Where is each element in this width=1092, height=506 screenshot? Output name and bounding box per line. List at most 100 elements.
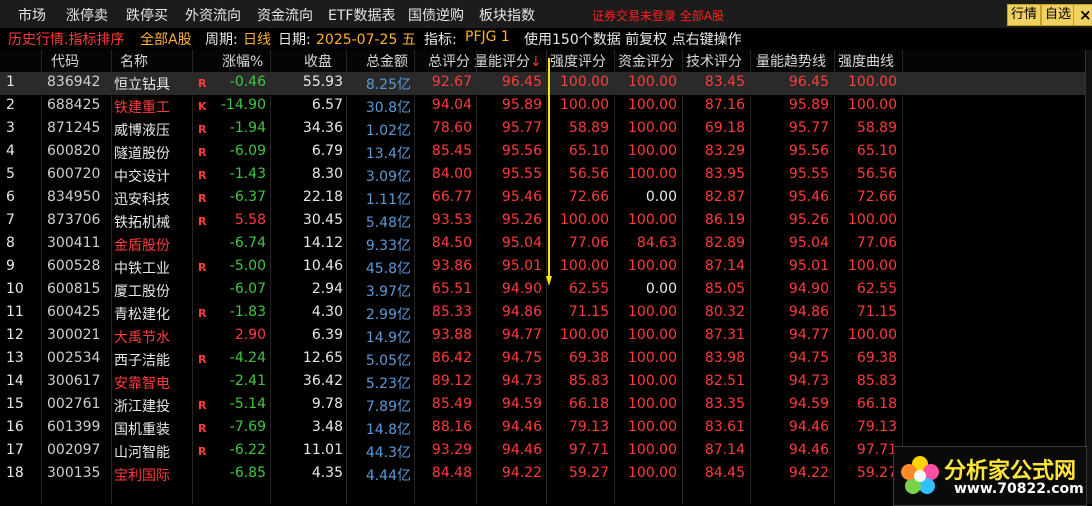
sort-desc-icon: ↓ (530, 54, 542, 70)
margin-tag: R (198, 422, 207, 435)
volume-score: 94.73 (501, 373, 542, 389)
table-row[interactable]: 15 002761 浙江建投 R -5.14 9.78 7.89亿 85.49 94.59 66.… (0, 394, 1085, 417)
table-row[interactable]: 2 688425 铁建重工 K -14.90 6.57 30.8亿 94.04 95.89 100… (0, 95, 1085, 118)
market-scope[interactable]: 全部A股 (140, 29, 192, 49)
col-amount[interactable]: 总金额 (366, 51, 408, 71)
col-volume-score[interactable]: 量能评分↓ (474, 51, 542, 71)
menu-limit-down-buy[interactable]: 跌停买 (126, 5, 168, 25)
tech-score: 83.45 (704, 74, 745, 90)
quote-button[interactable]: 行情 (1007, 4, 1042, 26)
total-score: 93.29 (431, 442, 472, 458)
menu-sector-index[interactable]: 板块指数 (479, 5, 535, 25)
row-index: 14 (6, 373, 24, 389)
total-score: 84.00 (431, 166, 472, 182)
table-row[interactable]: 9 600528 中铁工业 R -5.00 10.46 45.8亿 93.86 95.01 100… (0, 256, 1085, 279)
strength-score: 65.10 (568, 143, 609, 159)
vertical-scrollbar[interactable] (1085, 50, 1092, 504)
volume-score: 94.22 (501, 465, 542, 481)
menu-limit-up-sell[interactable]: 涨停卖 (66, 5, 108, 25)
margin-tag: R (198, 123, 207, 136)
col-total-score[interactable]: 总评分 (428, 51, 470, 71)
margin-tag: R (198, 353, 207, 366)
table-row[interactable]: 11 600425 青松建化 R -1.83 4.30 2.99亿 85.33 94.86 71.… (0, 302, 1085, 325)
table-row[interactable]: 16 601399 国机重装 R -7.69 3.48 14.8亿 88.16 94.46 79.… (0, 417, 1085, 440)
strength-score: 100.00 (560, 258, 609, 274)
table-row[interactable]: 12 300021 大禹节水 2.90 6.39 14.9亿 93.88 94.77 100.0… (0, 325, 1085, 348)
col-strength-curve[interactable]: 强度曲线 (838, 51, 894, 71)
stock-code: 873706 (47, 212, 101, 228)
total-amount: 14.8亿 (365, 422, 411, 438)
volume-score: 94.75 (501, 350, 542, 366)
volume-score: 95.04 (501, 235, 542, 251)
change-pct: -4.24 (229, 350, 266, 366)
col-tech-score[interactable]: 技术评分 (686, 51, 742, 71)
table-row[interactable]: 10 600815 厦工股份 -6.07 2.94 3.97亿 65.51 94.90 62.5… (0, 279, 1085, 302)
date-value[interactable]: 2025-07-25 五 (316, 29, 416, 49)
stock-name: 铁拓机械 (114, 215, 170, 231)
menu-fund-flow[interactable]: 资金流向 (257, 5, 313, 25)
menu-foreign-flow[interactable]: 外资流向 (185, 5, 241, 25)
indicator-label: 指标: (424, 32, 457, 48)
stock-name: 安靠智电 (114, 376, 170, 392)
row-index: 17 (6, 442, 24, 458)
col-fund-score[interactable]: 资金评分 (618, 51, 674, 71)
close-price: 30.45 (302, 212, 343, 228)
table-row[interactable]: 8 300411 金盾股份 -6.74 14.12 9.33亿 84.50 95.04 77.0… (0, 233, 1085, 256)
menu-market[interactable]: 市场 (18, 5, 46, 25)
table-row[interactable]: 5 600720 中交设计 R -1.43 8.30 3.09亿 84.00 95.55 56.5… (0, 164, 1085, 187)
volume-trend: 94.90 (788, 281, 829, 297)
table-row[interactable]: 14 300617 安靠智电 -2.41 36.42 5.23亿 89.12 94.73 85.… (0, 371, 1085, 394)
tech-score: 83.95 (704, 166, 745, 182)
volume-score: 94.86 (501, 304, 542, 320)
row-index: 16 (6, 419, 24, 435)
row-index: 7 (6, 212, 15, 228)
close-price: 3.48 (311, 419, 343, 435)
total-score: 78.60 (431, 120, 472, 136)
close-price: 11.01 (302, 442, 343, 458)
table-row[interactable]: 1 836942 恒立钻具 R -0.46 55.93 8.25亿 92.67 96.45 100… (0, 72, 1085, 95)
table-row[interactable]: 3 871245 威博液压 R -1.94 34.36 1.02亿 78.60 95.77 58.… (0, 118, 1085, 141)
tech-score: 86.19 (704, 212, 745, 228)
strength-curve: 100.00 (848, 327, 897, 343)
total-amount: 1.02亿 (365, 123, 411, 139)
table-row[interactable]: 7 873706 铁拓机械 R 5.58 30.45 5.48亿 93.53 95.26 100.… (0, 210, 1085, 233)
col-name[interactable]: 名称 (120, 51, 148, 71)
total-amount: 13.4亿 (365, 146, 411, 162)
close-price: 9.78 (311, 396, 343, 412)
stock-code: 300021 (47, 327, 101, 343)
volume-score: 95.56 (501, 143, 542, 159)
strength-score: 85.83 (568, 373, 609, 389)
fund-score: 100.00 (628, 97, 677, 113)
volume-trend: 95.01 (788, 258, 829, 274)
tech-score: 69.18 (704, 120, 745, 136)
change-pct: 2.90 (234, 327, 266, 343)
annotation-arrow (546, 58, 552, 286)
col-volume-trend[interactable]: 量能趋势线 (756, 51, 826, 71)
period-value[interactable]: 日线 (243, 29, 271, 49)
volume-trend: 94.77 (788, 327, 829, 343)
menu-bond-repo[interactable]: 国债逆购 (408, 5, 464, 25)
menu-etf-data[interactable]: ETF数据表 (328, 5, 395, 25)
total-amount: 5.23亿 (365, 376, 411, 392)
stock-code: 002761 (47, 396, 101, 412)
col-change[interactable]: 涨幅% (222, 51, 263, 71)
volume-trend: 96.45 (788, 74, 829, 90)
indicator-value[interactable]: PFJG 1 (465, 29, 510, 45)
table-row[interactable]: 13 002534 西子洁能 R -4.24 12.65 5.05亿 86.42 94.75 69… (0, 348, 1085, 371)
fund-score: 84.63 (636, 235, 677, 251)
col-code[interactable]: 代码 (51, 51, 79, 71)
col-strength-score[interactable]: 强度评分 (550, 51, 606, 71)
volume-score: 95.89 (501, 97, 542, 113)
close-button[interactable]: × (1073, 4, 1092, 26)
table-row[interactable]: 6 834950 迅安科技 R -6.37 22.18 1.11亿 66.77 95.46 72.… (0, 187, 1085, 210)
tech-score: 87.16 (704, 97, 745, 113)
close-price: 6.39 (311, 327, 343, 343)
page-title: 历史行情.指标排序 (8, 32, 125, 48)
total-amount: 1.11亿 (365, 192, 411, 208)
fund-score: 100.00 (628, 166, 677, 182)
row-index: 10 (6, 281, 24, 297)
watchlist-button[interactable]: 自选 (1041, 4, 1076, 26)
close-price: 4.35 (311, 465, 343, 481)
col-close[interactable]: 收盘 (304, 51, 332, 71)
table-row[interactable]: 4 600820 隧道股份 R -6.09 6.79 13.4亿 85.45 95.56 65.1… (0, 141, 1085, 164)
